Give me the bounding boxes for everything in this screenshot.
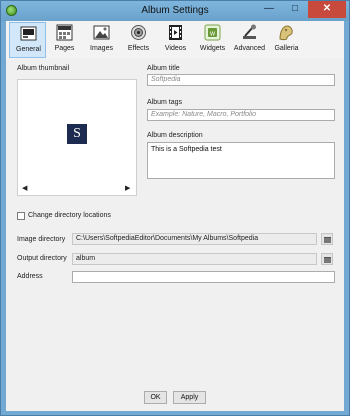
prev-arrow-icon[interactable]: ◀ [22,184,27,192]
folder-icon [324,237,331,243]
album-settings-window: Album Settings — □ ✕ General Pages Image… [0,0,350,416]
apply-button[interactable]: Apply [173,391,206,404]
album-title-input[interactable]: Softpedia [147,74,335,86]
pages-icon [56,24,73,41]
settings-toolbar: General Pages Images Effects Videos w Wi… [6,21,344,60]
videos-icon [169,25,182,40]
image-directory-label: Image directory [17,236,66,243]
maximize-button[interactable]: □ [282,1,308,18]
tab-videos[interactable]: Videos [157,22,194,58]
next-arrow-icon[interactable]: ▶ [125,184,130,192]
image-directory-browse-button[interactable] [321,233,333,245]
general-icon [20,26,37,41]
output-directory-input[interactable]: album [72,253,317,265]
minimize-button[interactable]: — [256,1,282,18]
tab-galleria-label: Galleria [274,45,299,52]
tab-effects[interactable]: Effects [120,22,157,58]
widgets-icon: w [204,24,221,41]
album-thumbnail-label: Album thumbnail [17,65,70,72]
tab-pages[interactable]: Pages [46,22,83,58]
folder-icon [324,257,331,263]
galleria-icon [279,25,293,41]
tab-advanced[interactable]: Advanced [231,22,268,58]
album-tags-label: Album tags [147,99,183,106]
address-label: Address [17,273,43,280]
tab-images[interactable]: Images [83,22,120,58]
images-icon [93,25,110,40]
address-input[interactable] [72,271,335,283]
album-tags-input[interactable]: Example: Nature, Macro, Portfolio [147,109,335,121]
change-directory-label: Change directory locations [28,212,111,219]
effects-icon [131,25,146,40]
album-description-textarea[interactable]: This is a Softpedia test [147,142,335,179]
album-description-label: Album description [147,132,203,139]
ok-button[interactable]: OK [144,391,167,404]
album-title-label: Album title [147,65,180,72]
title-bar: Album Settings — □ ✕ [1,1,349,21]
close-button[interactable]: ✕ [308,1,346,18]
tab-widgets[interactable]: w Widgets [194,22,231,58]
output-directory-browse-button[interactable] [321,253,333,265]
change-directory-checkbox[interactable] [17,212,25,220]
svg-text:w: w [209,31,216,38]
output-directory-label: Output directory [17,255,67,262]
tab-general[interactable]: General [9,22,46,58]
image-directory-input[interactable]: C:\Users\SoftpediaEditor\Documents\My Al… [72,233,317,245]
tab-galleria[interactable]: Galleria [268,22,305,58]
general-panel: Album thumbnail S ◀ ▶ Album title Softpe… [6,59,344,411]
album-thumbnail[interactable]: S ◀ ▶ [17,79,137,196]
thumbnail-logo: S [67,124,87,144]
advanced-icon [243,24,256,39]
